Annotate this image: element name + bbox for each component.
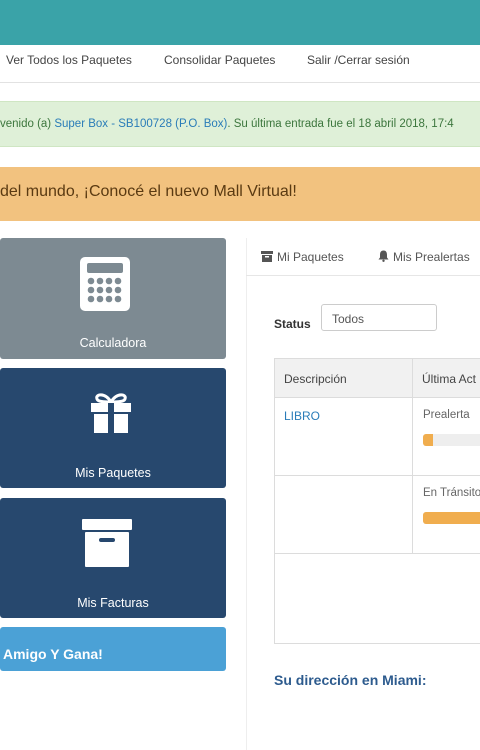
status-filter-select[interactable]: Todos [321, 304, 437, 331]
main-nav: Ver Todos los Paquetes Consolidar Paquet… [0, 45, 480, 83]
my-packages-tile[interactable]: Mis Paquetes [0, 368, 226, 488]
mall-promo-banner[interactable]: del mundo, ¡Conocé el nuevo Mall Virtual… [0, 167, 480, 221]
column-header-last-update-label: Última Act [422, 372, 477, 386]
referral-label: Amigo Y Gana! [3, 646, 103, 662]
my-invoices-label: Mis Facturas [77, 596, 149, 610]
archive-box-icon [82, 519, 132, 567]
gift-icon [91, 393, 131, 433]
description-cell [275, 476, 413, 553]
status-progress-fill [423, 434, 433, 446]
welcome-prefix: venido (a) [0, 118, 55, 130]
description-cell: LIBRO [275, 398, 413, 475]
welcome-alert: venido (a) Super Box - SB100728 (P.O. Bo… [0, 101, 480, 147]
my-packages-label: Mis Paquetes [75, 466, 151, 480]
welcome-suffix: . Su última entrada fue el 18 abril 2018… [227, 118, 454, 130]
nav-consolidate-packages[interactable]: Consolidar Paquetes [164, 53, 275, 67]
my-invoices-tile[interactable]: Mis Facturas [0, 498, 226, 618]
status-cell: En Tránsito [413, 476, 480, 553]
table-row: En Tránsito [275, 476, 480, 554]
packages-table: Descripción Última Act LIBRO Prealerta E… [274, 358, 480, 644]
calculator-icon [80, 257, 130, 311]
status-cell: Prealerta [413, 398, 480, 475]
table-row: LIBRO Prealerta [275, 398, 480, 476]
referral-tile[interactable]: Amigo Y Gana! [0, 627, 226, 671]
package-status: En Tránsito [423, 487, 480, 499]
calculator-tile[interactable]: Calculadora [0, 238, 226, 359]
inbox-icon [261, 251, 273, 262]
calculator-label: Calculadora [79, 336, 147, 350]
top-header-bar [0, 0, 480, 45]
tab-my-prealerts-label: Mis Prealertas [393, 250, 470, 264]
miami-address-heading: Su dirección en Miami: [274, 672, 427, 688]
tab-my-packages-label: Mi Paquetes [277, 250, 344, 264]
bell-icon [378, 250, 389, 262]
nav-all-packages[interactable]: Ver Todos los Paquetes [6, 53, 132, 67]
status-progress-bar [423, 434, 480, 446]
tab-my-prealerts[interactable]: Mis Prealertas [378, 250, 470, 264]
nav-logout[interactable]: Salir /Cerrar sesión [307, 53, 410, 67]
package-status: Prealerta [423, 409, 470, 421]
status-filter-value: Todos [332, 312, 365, 326]
status-progress-fill [423, 512, 480, 524]
status-progress-bar [423, 512, 480, 524]
panel-tabs: Mi Paquetes Mis Prealertas [246, 238, 480, 276]
tab-my-packages[interactable]: Mi Paquetes [261, 250, 344, 264]
column-header-description[interactable]: Descripción [275, 359, 413, 398]
status-filter-label: Status [274, 317, 311, 331]
promo-text: del mundo, ¡Conocé el nuevo Mall Virtual… [0, 183, 297, 200]
package-description-link[interactable]: LIBRO [284, 409, 320, 423]
column-header-last-update[interactable]: Última Act [413, 359, 480, 398]
account-link[interactable]: Super Box - SB100728 (P.O. Box) [54, 118, 227, 130]
column-header-description-label: Descripción [284, 372, 347, 386]
welcome-message: venido (a) Super Box - SB100728 (P.O. Bo… [0, 118, 454, 130]
